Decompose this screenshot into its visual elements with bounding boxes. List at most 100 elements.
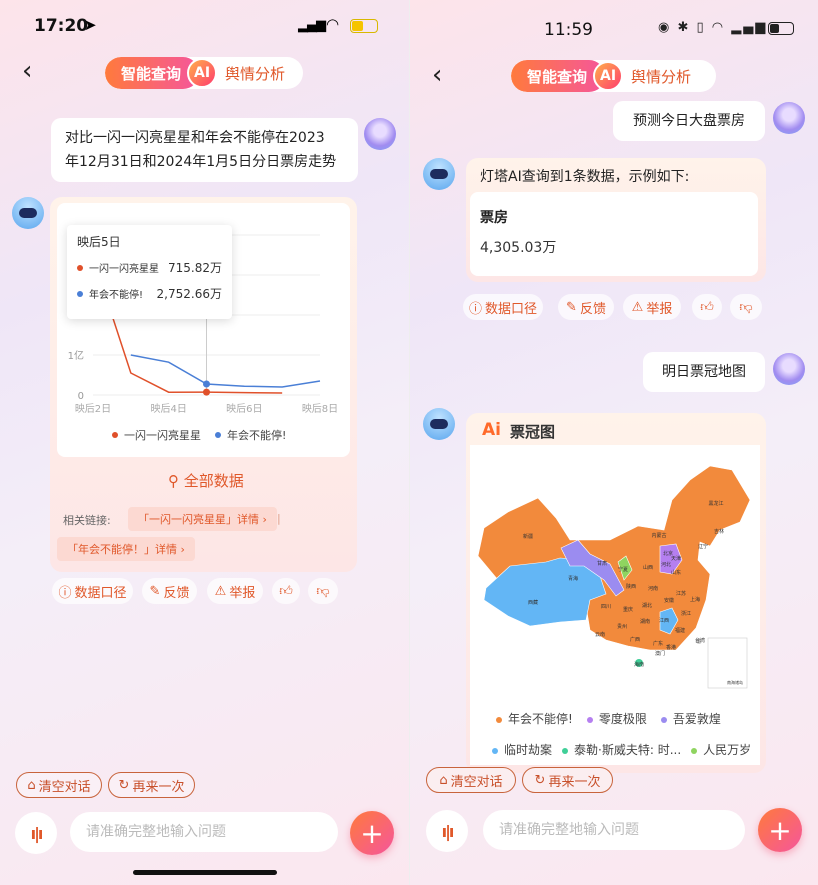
y-tick-label: 0 <box>78 391 84 402</box>
data-point <box>203 388 210 396</box>
map-legend-item[interactable]: 泰勒·斯威夫特: 时... <box>562 741 681 758</box>
province-label: 河北 <box>661 561 671 568</box>
map-legend-item[interactable]: 年会不能停! <box>496 710 573 727</box>
province-label: 宁夏 <box>618 566 628 573</box>
x-tick-label: 映后6日 <box>226 403 262 415</box>
plus-icon: + <box>360 816 384 850</box>
voice-wave-icon: ı|ı <box>441 821 455 841</box>
search-icon: ⚲ <box>168 472 184 490</box>
province-label: 辽宁 <box>698 543 708 550</box>
province-label: 内蒙古 <box>651 532 666 539</box>
right-phone-screen: 11:59 ◉ ✱ ▯ ◠ ▂▄▆ ‹ 智能查询 AI 舆情分析 预测今日大盘票… <box>409 0 818 885</box>
legend-dot <box>215 432 221 438</box>
chart-legend: 一闪一闪亮星星 年会不能停! <box>112 427 286 443</box>
data-caliber-button[interactable]: ⓘ 数据口径 <box>52 578 133 604</box>
label: 再来一次 <box>132 779 185 795</box>
label: 清空对话 <box>38 779 91 795</box>
related-links-label: 相关链接: <box>63 514 111 527</box>
link-movie-1[interactable]: 「一闪一闪亮星星」详情 › <box>128 507 277 531</box>
province-label: 安徽 <box>664 597 674 604</box>
report-button[interactable]: ⚠ 举报 <box>207 578 263 604</box>
add-button[interactable]: + <box>350 811 394 855</box>
province-label: 吉林 <box>714 528 724 535</box>
province-label: 江苏 <box>676 590 686 597</box>
clear-chat-button[interactable]: ⌂ 清空对话 <box>16 772 102 798</box>
left-phone-screen: 17:20 ➤ ▂▄▆ ◠ ‹ 智能查询 AI 舆情分析 对比一闪一闪亮星星和年… <box>0 0 409 885</box>
province-label: 江西 <box>659 617 669 624</box>
label: 再来一次 <box>548 774 601 790</box>
x-tick-label: 映后8日 <box>302 403 338 415</box>
label: 举报 <box>229 585 256 601</box>
province-label: 青海 <box>568 575 578 582</box>
province-label: 重庆 <box>623 606 633 613</box>
link-movie-2[interactable]: 「年会不能停！」详情 › <box>57 537 195 561</box>
province-label: 福建 <box>675 627 685 634</box>
add-button[interactable]: + <box>758 808 802 852</box>
province-label: 山西 <box>643 564 653 571</box>
province-label: 河南 <box>648 585 658 592</box>
legend-series-1[interactable]: 一闪一闪亮星星 <box>124 427 201 443</box>
inset-label: 南海诸岛 <box>727 680 743 685</box>
tooltip-series: 年会不能停! <box>89 290 144 301</box>
thumbs-up-button[interactable]: 👍︎ <box>272 578 300 604</box>
map-legend-item[interactable]: 人民万岁 <box>691 741 751 758</box>
series-line-2 <box>130 354 321 388</box>
voice-button[interactable]: ı|ı <box>15 812 57 854</box>
thumbs-up-icon: 👍︎ <box>279 583 293 599</box>
warning-icon: ⚠ <box>214 583 227 599</box>
label: 清空对话 <box>450 774 503 790</box>
map-legend: 年会不能停! 零度极限 吾爱敦煌 临时劫案 泰勒·斯威夫特: 时... 人民万岁 <box>492 710 766 758</box>
all-data-button[interactable]: ⚲ 全部数据 <box>168 470 244 491</box>
province-label: 湖北 <box>642 602 652 609</box>
retry-button[interactable]: ↻ 再来一次 <box>522 767 613 793</box>
trash-icon: ⌂ <box>27 777 36 793</box>
map-legend-item[interactable]: 零度极限 <box>586 710 647 727</box>
map-legend-item[interactable]: 吾爱敦煌 <box>660 710 721 727</box>
label: 数据口径 <box>74 585 127 601</box>
tooltip-value: 2,752.66万 <box>156 287 222 301</box>
voice-wave-icon: ı|ı <box>30 823 44 843</box>
question-input[interactable] <box>70 812 338 852</box>
plus-icon: + <box>768 813 792 847</box>
label: 反馈 <box>163 585 190 601</box>
province-label: 浙江 <box>681 610 691 617</box>
data-point <box>203 380 210 388</box>
province-label: 贵州 <box>617 623 627 630</box>
china-box-office-map: 新疆西藏青海甘肃内蒙古黑龙江吉林辽宁北京天津河北山西山东宁夏陕西 河南江苏安徽 上海… <box>477 465 751 689</box>
map-legend-item[interactable]: 临时劫案 <box>492 741 552 758</box>
chart-tooltip: 映后5日 一闪一闪亮星星 715.82万 年会不能停! 2,752.66万 <box>67 225 232 319</box>
refresh-icon: ↻ <box>118 777 130 793</box>
province-label: 湖南 <box>640 618 650 625</box>
retry-button[interactable]: ↻ 再来一次 <box>108 772 195 798</box>
province-label: 新疆 <box>523 533 533 540</box>
province-label: 西藏 <box>528 599 538 606</box>
refresh-icon: ↻ <box>534 772 546 788</box>
thumbs-down-button[interactable]: 👎︎ <box>308 578 338 604</box>
trash-icon: ⌂ <box>439 772 448 788</box>
all-data-label: 全部数据 <box>183 472 244 490</box>
feedback-button[interactable]: ✎ 反馈 <box>142 578 197 604</box>
province-label: 澳门 <box>655 650 665 657</box>
voice-button[interactable]: ı|ı <box>426 810 468 852</box>
x-tick-label: 映后2日 <box>75 403 111 415</box>
province-label: 陕西 <box>626 583 636 590</box>
tooltip-title: 映后5日 <box>77 235 121 249</box>
home-indicator <box>133 870 277 875</box>
province-label: 天津 <box>671 555 681 562</box>
clear-chat-button[interactable]: ⌂ 清空对话 <box>426 767 516 793</box>
thumbs-down-icon: 👎︎ <box>316 583 330 599</box>
y-tick-label: 1亿 <box>68 349 84 362</box>
province-label: 广西 <box>630 636 640 643</box>
province-label: 上海 <box>690 596 700 603</box>
legend-series-2[interactable]: 年会不能停! <box>227 427 286 443</box>
x-tick-label: 映后4日 <box>150 403 186 415</box>
province-label: 山东 <box>671 569 681 576</box>
province-label: 四川 <box>601 604 611 610</box>
province-label: 香港 <box>666 644 676 651</box>
question-icon: ⓘ <box>58 585 72 601</box>
map-region-main <box>477 465 751 651</box>
province-label: 广东 <box>653 640 663 647</box>
question-input[interactable] <box>483 810 745 850</box>
province-label: 台湾 <box>695 637 705 644</box>
province-label: 海南 <box>634 661 644 668</box>
